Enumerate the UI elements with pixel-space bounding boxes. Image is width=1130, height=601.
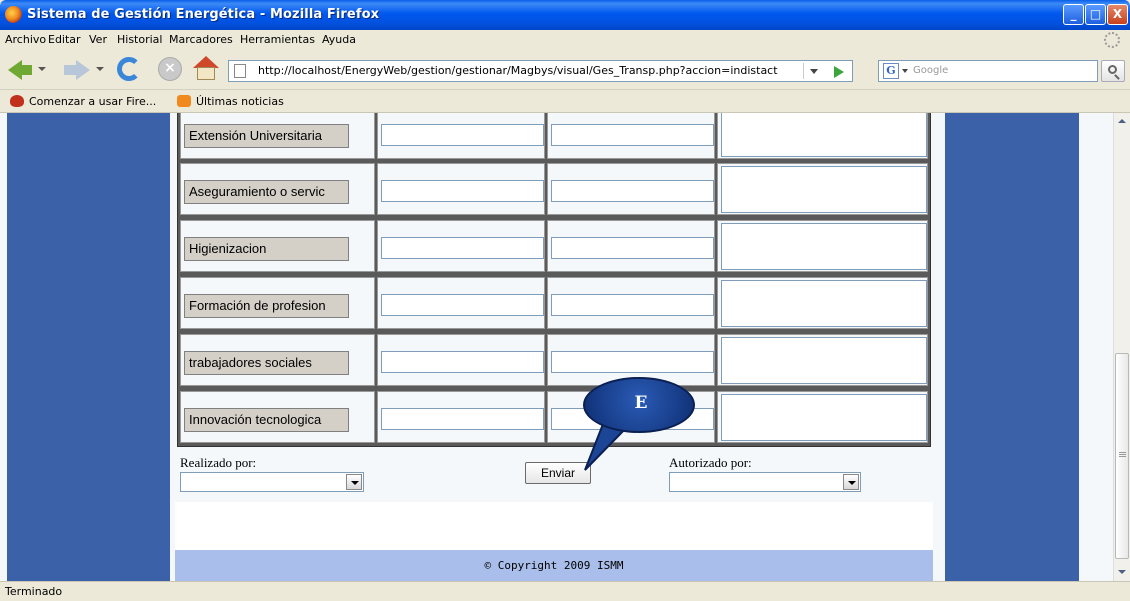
- back-button[interactable]: [8, 58, 34, 80]
- menu-archivo[interactable]: Archivo: [5, 33, 46, 46]
- row-label: Innovación tecnologica: [184, 408, 349, 432]
- value-input-1[interactable]: [381, 351, 544, 373]
- navigation-toolbar: × http://localhost/EnergyWeb/gestion/ges…: [0, 50, 1130, 90]
- minimize-button[interactable]: _: [1063, 4, 1084, 25]
- reload-button[interactable]: [117, 57, 141, 81]
- search-engine-dropdown[interactable]: [902, 69, 908, 73]
- forward-arrow-icon: [76, 60, 90, 80]
- maximize-button[interactable]: □: [1085, 4, 1106, 25]
- home-button[interactable]: [193, 56, 219, 82]
- back-history-dropdown[interactable]: [38, 67, 46, 71]
- value-input-2[interactable]: [551, 237, 714, 259]
- table-row: trabajadores sociales: [180, 333, 928, 387]
- table-row: Formación de profesion: [180, 276, 928, 330]
- bookmark-latest-news[interactable]: Últimas noticias: [177, 95, 284, 108]
- indicator-table: Extensión Universitaria Aseguramiento o …: [177, 113, 931, 447]
- page-icon: [234, 64, 246, 78]
- search-bar[interactable]: G Google: [878, 60, 1098, 82]
- observations-textarea[interactable]: [721, 394, 927, 441]
- value-input-2[interactable]: [551, 294, 714, 316]
- value-input-1[interactable]: [381, 294, 544, 316]
- stop-icon: ×: [164, 60, 176, 76]
- value-input-2[interactable]: [551, 124, 714, 146]
- right-side-panel: [945, 113, 1079, 581]
- menu-editar[interactable]: Editar: [48, 33, 81, 46]
- realizado-label: Realizado por:: [180, 455, 257, 470]
- close-button[interactable]: X: [1107, 4, 1128, 25]
- blank-area: [175, 502, 933, 550]
- observations-textarea[interactable]: [721, 280, 927, 327]
- row-label: Formación de profesion: [184, 294, 349, 318]
- menu-ayuda[interactable]: Ayuda: [322, 33, 356, 46]
- value-input-1[interactable]: [381, 237, 544, 259]
- value-input-1[interactable]: [381, 408, 544, 430]
- chevron-up-icon: [1118, 119, 1126, 123]
- url-history-dropdown[interactable]: [810, 69, 818, 74]
- value-input-1[interactable]: [381, 124, 544, 146]
- status-bar: Terminado: [0, 581, 1130, 601]
- row-label: Aseguramiento o servic: [184, 180, 349, 204]
- row-label: Extensión Universitaria: [184, 124, 349, 148]
- search-button[interactable]: [1101, 60, 1125, 82]
- scroll-down-button[interactable]: [1114, 564, 1130, 581]
- copyright-footer: © Copyright 2009 ISMM: [175, 550, 933, 581]
- value-input-2[interactable]: [551, 351, 714, 373]
- url-bar[interactable]: http://localhost/EnergyWeb/gestion/gesti…: [228, 60, 853, 82]
- rss-icon: [177, 95, 191, 107]
- autorizado-select[interactable]: [669, 472, 861, 492]
- row-label: Higienizacion: [184, 237, 349, 261]
- chevron-down-icon[interactable]: [843, 474, 859, 490]
- callout-bubble: E: [575, 377, 699, 471]
- search-placeholder[interactable]: Google: [913, 65, 948, 76]
- value-input-1[interactable]: [381, 180, 544, 202]
- left-side-panel: [7, 113, 170, 581]
- table-row: Extensión Universitaria: [180, 113, 928, 160]
- vertical-scrollbar[interactable]: [1113, 113, 1130, 581]
- status-text: Terminado: [5, 585, 63, 598]
- observations-textarea[interactable]: [721, 166, 927, 213]
- table-row: Innovación tecnologica: [180, 390, 928, 444]
- main-content: Extensión Universitaria Aseguramiento o …: [175, 113, 933, 581]
- chevron-down-icon[interactable]: [346, 474, 362, 490]
- firefox-bookmark-icon: [10, 95, 24, 107]
- scroll-thumb[interactable]: [1115, 353, 1129, 559]
- observations-textarea[interactable]: [721, 113, 927, 157]
- url-text[interactable]: http://localhost/EnergyWeb/gestion/gesti…: [258, 64, 778, 77]
- page-viewport: Extensión Universitaria Aseguramiento o …: [0, 113, 1113, 581]
- table-row: Aseguramiento o servic: [180, 162, 928, 216]
- callout-letter: E: [634, 393, 648, 413]
- observations-textarea[interactable]: [721, 337, 927, 384]
- realizado-select[interactable]: [180, 472, 364, 492]
- scroll-up-button[interactable]: [1114, 113, 1130, 130]
- forward-history-dropdown[interactable]: [96, 67, 104, 71]
- browser-window: Sistema de Gestión Energética - Mozilla …: [0, 0, 1130, 601]
- go-button[interactable]: [834, 66, 844, 78]
- forward-button[interactable]: [64, 58, 90, 80]
- observations-textarea[interactable]: [721, 223, 927, 270]
- bookmarks-toolbar: Comenzar a usar Fire... Últimas noticias: [0, 91, 1130, 113]
- title-bar: Sistema de Gestión Energética - Mozilla …: [0, 0, 1130, 30]
- menu-marcadores[interactable]: Marcadores: [169, 33, 233, 46]
- menu-ver[interactable]: Ver: [89, 33, 107, 46]
- stop-button[interactable]: ×: [158, 57, 182, 81]
- bookmark-getting-started[interactable]: Comenzar a usar Fire...: [10, 95, 156, 108]
- chevron-down-icon: [1118, 570, 1126, 574]
- table-row: Higienizacion: [180, 219, 928, 273]
- menu-herramientas[interactable]: Herramientas: [240, 33, 315, 46]
- row-label: trabajadores sociales: [184, 351, 349, 375]
- google-engine-icon[interactable]: G: [883, 63, 899, 79]
- firefox-icon: [5, 6, 22, 23]
- throbber-icon: [1104, 32, 1120, 48]
- window-title: Sistema de Gestión Energética - Mozilla …: [27, 7, 380, 22]
- value-input-2[interactable]: [551, 180, 714, 202]
- search-icon: [1108, 65, 1117, 74]
- menu-bar: Archivo Editar Ver Historial Marcadores …: [0, 30, 1130, 50]
- menu-historial[interactable]: Historial: [117, 33, 162, 46]
